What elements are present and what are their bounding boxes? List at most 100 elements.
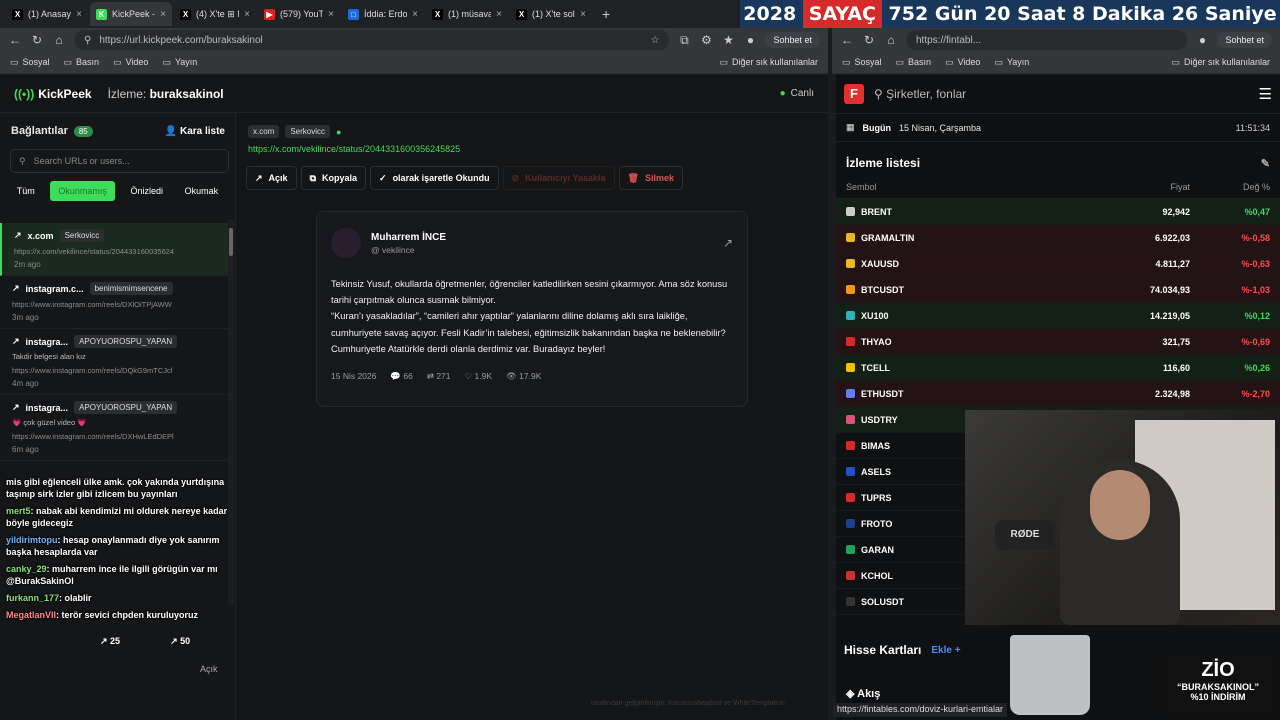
hamburger-menu-icon[interactable]: ☰ [1259, 85, 1272, 103]
watchlist-columns: Sembol Fiyat Değ % [836, 178, 1280, 199]
list-item[interactable]: ↗ instagra... APOYUOROSPU_YAPAN Takdir bel… [0, 329, 228, 395]
url-field[interactable]: https://fintabl... [906, 30, 1188, 50]
chat-button[interactable]: Sohbet et [765, 32, 820, 48]
close-tab-icon[interactable]: × [328, 9, 334, 20]
col-symbol[interactable]: Sembol [846, 182, 1070, 192]
bookmark-sosyal[interactable]: Sosyal [842, 57, 882, 68]
external-link-icon[interactable]: ↗ [723, 236, 733, 250]
copy-button[interactable]: ⧉ Kopyala [300, 166, 367, 190]
browser-tab[interactable]: K KickPeek - Kick × [90, 2, 172, 26]
symbol-logo-icon [846, 441, 855, 450]
bookmark-basin[interactable]: Basın [896, 57, 931, 68]
fintables-logo[interactable]: F [844, 84, 864, 104]
symbol-logo-icon [846, 415, 855, 424]
blacklist-button[interactable]: 👤 Kara liste [165, 126, 225, 137]
bookmark-other[interactable]: Diğer sık kullanılanlar [719, 57, 818, 68]
symbol-text: FROTO [861, 518, 893, 529]
bookmark-other[interactable]: Diğer sık kullanılanlar [1171, 57, 1270, 68]
scrollbar-thumb[interactable] [229, 228, 233, 256]
watchlist-row[interactable]: XAUUSD 4.811,27 %-0,63 [836, 251, 1280, 277]
open-button[interactable]: ↗ Açık [246, 166, 297, 190]
delete-button[interactable]: 🗑 Silmek [618, 166, 684, 190]
symbol-cell: THYAO [846, 337, 1070, 347]
chat-button[interactable]: Sohbet et [1217, 32, 1272, 48]
watchlist-row[interactable]: BRENT 92,942 %0,47 [836, 199, 1280, 225]
left-address-bar: ← ↻ ⌂ ⚲ https://url.kickpeek.com/buraksa… [0, 28, 828, 52]
watchlist-row[interactable]: THYAO 321,75 %-0,69 [836, 329, 1280, 355]
close-tab-icon[interactable]: × [412, 9, 418, 20]
change-cell: %-0,69 [1241, 336, 1270, 347]
browser-tab[interactable]: X (1) müsavat de × [426, 2, 508, 26]
symbol-logo-icon [846, 363, 855, 372]
kickpeek-logo[interactable]: ((•)) KickPeek [14, 87, 92, 101]
symbol-text: BTCUSDT [861, 284, 904, 295]
watchlist-row[interactable]: BTCUSDT 74.034,93 %-1,03 [836, 277, 1280, 303]
close-tab-icon[interactable]: × [244, 9, 250, 20]
source-url-link[interactable]: https://x.com/vekilince/status/204433160… [236, 144, 828, 154]
logo-text: KickPeek [38, 86, 92, 101]
col-change[interactable]: Değ % [1190, 182, 1270, 192]
symbol-text: ASELS [861, 466, 892, 477]
list-item[interactable]: ↗ instagram.c... benimismimsencene https:/… [0, 276, 228, 329]
filter-all[interactable]: Tüm [11, 181, 41, 201]
browser-tab[interactable]: X (1) Anasayfa / × [6, 2, 88, 26]
home-icon[interactable]: ⌂ [884, 33, 898, 47]
bookmark-basin[interactable]: Basın [64, 57, 99, 68]
change-cell: %-2,70 [1241, 388, 1270, 399]
back-icon[interactable]: ← [8, 33, 22, 47]
url-search-input[interactable]: ⚲ Search URLs or users... [10, 149, 229, 173]
new-tab-icon[interactable]: + [594, 6, 618, 22]
col-price[interactable]: Fiyat [1070, 182, 1190, 192]
change-cell: %-0,63 [1241, 258, 1270, 269]
url-field[interactable]: ⚲ https://url.kickpeek.com/buraksakinol … [74, 30, 670, 50]
extensions-icon[interactable]: ⧉ [677, 33, 691, 48]
symbol-text: GRAMALTIN [861, 232, 915, 243]
site-info-icon[interactable]: ⚲ [84, 35, 91, 46]
reload-icon[interactable]: ↻ [30, 33, 44, 47]
chat-user: mert5 [6, 506, 31, 516]
company-search-input[interactable]: ⚲ Şirketler, fonlar [874, 87, 1249, 101]
chat-message: mert5: nabak abi kendimizi mi oldurek ne… [6, 506, 228, 528]
reload-icon[interactable]: ↻ [862, 33, 876, 47]
filter-read[interactable]: Okumak [179, 181, 225, 201]
watchlist-row[interactable]: GRAMALTIN 6.922,03 %-0,58 [836, 225, 1280, 251]
connections-count-badge: 85 [73, 125, 93, 137]
link-url: https://www.instagram.com/reels/DXlOiTPj… [12, 300, 172, 309]
replies-stat: 💬 66 [390, 371, 412, 382]
watchlist-row[interactable]: XU100 14.219,05 %0,12 [836, 303, 1280, 329]
bottom-open-link[interactable]: Açık [200, 664, 218, 674]
home-icon[interactable]: ⌂ [52, 33, 66, 47]
close-tab-icon[interactable]: × [76, 9, 82, 20]
ban-user-button[interactable]: ⊘ Kullanıcıyı Yasakla [502, 166, 615, 190]
link-note: Takdir belgesi alan kız [12, 352, 86, 361]
browser-tab[interactable]: X (4) X'te ⊞ Mu × [174, 2, 256, 26]
mark-read-button[interactable]: ✓ olarak işaretle Okundu [370, 166, 499, 190]
tab-favicon-icon: X [180, 8, 191, 20]
filter-previewed[interactable]: Önizledi [125, 181, 170, 201]
chat-message: yildirimtopu: hesap onaylanmadı diye yok… [6, 535, 220, 557]
list-item[interactable]: ↗ instagra... APOYUOROSPU_YAPAN 💗 çok güze… [0, 395, 228, 461]
bookmark-sosyal[interactable]: Sosyal [10, 57, 50, 68]
browser-tab[interactable]: □ İddia: Erdoğan × [342, 2, 424, 26]
favorites-icon[interactable]: ★ [721, 33, 735, 47]
browser-tab[interactable]: X (1) X'te sol. Ha × [510, 2, 592, 26]
close-tab-icon[interactable]: × [580, 9, 586, 20]
settings-icon[interactable]: ⚙ [699, 33, 713, 47]
bookmark-video[interactable]: Video [113, 57, 149, 68]
bookmark-video[interactable]: Video [945, 57, 981, 68]
close-tab-icon[interactable]: × [496, 9, 502, 20]
favorite-star-icon[interactable]: ☆ [651, 35, 660, 46]
add-card-button[interactable]: Ekle + [931, 645, 960, 656]
edit-pencil-icon[interactable]: ✎ [1261, 157, 1270, 170]
close-tab-icon[interactable]: × [160, 9, 166, 20]
profile-avatar[interactable]: ● [1195, 33, 1209, 47]
bookmark-yayin[interactable]: Yayın [162, 57, 197, 68]
bookmark-yayin[interactable]: Yayın [994, 57, 1029, 68]
back-icon[interactable]: ← [840, 33, 854, 47]
watchlist-row[interactable]: TCELL 116,60 %0,26 [836, 355, 1280, 381]
browser-tab[interactable]: ▶ (579) YouTube × [258, 2, 340, 26]
watchlist-row[interactable]: ETHUSDT 2.324,98 %-2,70 [836, 381, 1280, 407]
list-item[interactable]: ↗ x.com Serkovicc https://x.com/vekilince/… [0, 223, 228, 276]
filter-unread[interactable]: Okunmamış [50, 181, 115, 201]
profile-avatar[interactable]: ● [743, 33, 757, 47]
